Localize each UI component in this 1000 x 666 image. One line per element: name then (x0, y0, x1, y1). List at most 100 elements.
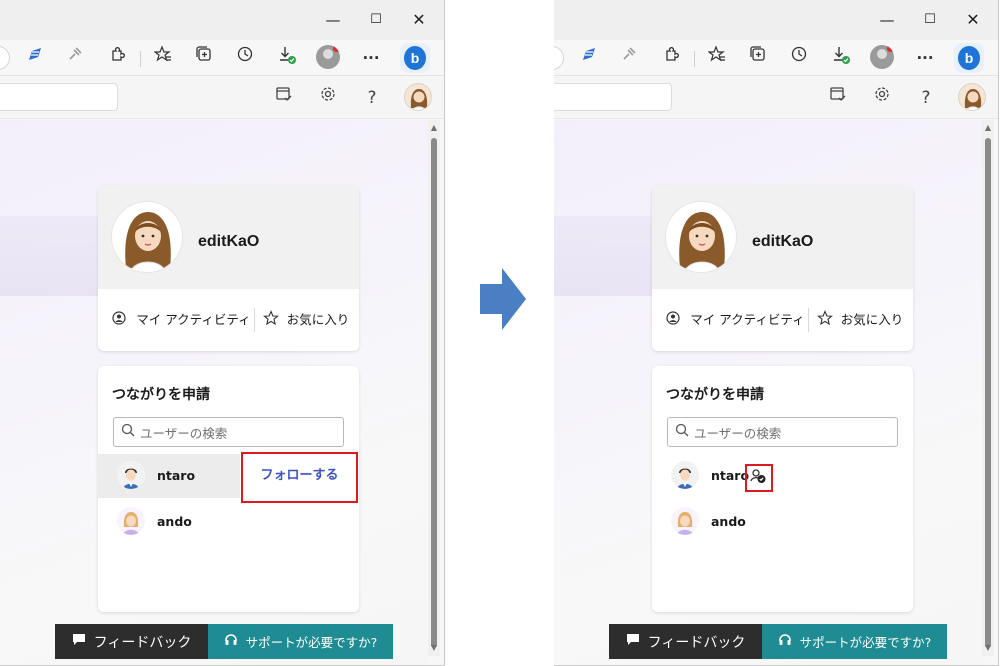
history-icon[interactable] (786, 45, 812, 71)
scroll-down-icon[interactable]: ▼ (984, 644, 992, 652)
comment-icon (626, 633, 640, 650)
support-button[interactable]: サポートが必要ですか? (762, 624, 947, 659)
star-icon (260, 310, 282, 330)
pin-icon[interactable] (616, 45, 642, 71)
footer-bar: フィードバック サポートが必要ですか? (609, 624, 947, 659)
app-header: ? (554, 77, 998, 119)
profile-avatar (111, 201, 183, 273)
help-icon[interactable]: ? (359, 85, 385, 111)
star-icon (814, 310, 836, 330)
highlight-following-icon (745, 464, 773, 492)
close-button[interactable]: ✕ (404, 6, 434, 34)
downloads-icon[interactable] (828, 45, 854, 71)
my-activity-button[interactable]: マイ アクティビティ (662, 289, 807, 351)
collections-icon[interactable] (191, 45, 217, 71)
scroll-up-icon[interactable]: ▲ (984, 124, 992, 132)
profile-card: editKaO マイ アクティビティ お気に入り (98, 186, 359, 351)
address-bar[interactable] (554, 46, 564, 70)
calendar-check-icon[interactable] (271, 85, 297, 111)
browser-window-before: — ☐ ✕ ··· b ? ▲ ▼ editKaO マイ アクティビティ お気に… (0, 0, 445, 666)
user-name: ntaro (157, 468, 196, 483)
user-avatar (671, 461, 699, 489)
support-label: サポートが必要ですか? (799, 635, 932, 650)
more-icon[interactable]: ··· (912, 45, 938, 71)
support-button[interactable]: サポートが必要ですか? (208, 624, 393, 659)
app-search-box[interactable] (0, 83, 118, 111)
my-activity-label: マイ アクティビティ (690, 312, 805, 327)
connection-title: つながりを申請 (666, 387, 764, 403)
browser-window-after: — ☐ ✕ ··· b ? ▲ ▼ editKaO マイ アクティビティ お気に… (554, 0, 999, 666)
profile-card: editKaO マイ アクティビティ お気に入り (652, 186, 913, 351)
scroll-down-icon[interactable]: ▼ (430, 644, 438, 652)
bing-logo: b (404, 46, 426, 70)
scroll-thumb[interactable] (985, 138, 991, 648)
toolbar-divider (694, 51, 695, 67)
scrollbar[interactable]: ▲ ▼ (428, 120, 440, 656)
user-search-field[interactable] (667, 417, 898, 447)
search-icon (121, 423, 135, 441)
user-avatar[interactable] (958, 83, 986, 111)
favorites-button[interactable]: お気に入り (814, 289, 909, 351)
help-icon[interactable]: ? (913, 85, 939, 111)
feedback-label: フィードバック (93, 634, 192, 651)
footer-bar: フィードバック サポートが必要ですか? (55, 624, 393, 659)
maximize-button[interactable]: ☐ (915, 6, 945, 34)
my-activity-label: マイ アクティビティ (136, 312, 251, 327)
notification-dot-icon (887, 45, 894, 52)
minimize-button[interactable]: — (872, 6, 902, 34)
bing-icon[interactable]: b (400, 43, 430, 73)
scroll-up-icon[interactable]: ▲ (430, 124, 438, 132)
connection-title: つながりを申請 (112, 387, 210, 403)
feedback-button[interactable]: フィードバック (55, 624, 208, 659)
title-bar: — ☐ ✕ (0, 0, 444, 40)
user-avatar (117, 461, 145, 489)
maximize-button[interactable]: ☐ (361, 6, 391, 34)
extensions-icon[interactable] (104, 45, 130, 71)
more-icon[interactable]: ··· (358, 45, 384, 71)
list-item[interactable]: ando (98, 500, 359, 544)
scrollbar[interactable]: ▲ ▼ (982, 120, 994, 656)
app-search-box[interactable] (554, 83, 672, 111)
favorites-icon[interactable] (704, 45, 730, 71)
profile-icon[interactable] (316, 45, 340, 69)
arrow-right-icon (480, 268, 526, 330)
bing-icon[interactable]: b (954, 43, 984, 73)
user-name: ando (157, 514, 192, 529)
pen-icon[interactable] (22, 45, 48, 71)
pin-icon[interactable] (62, 45, 88, 71)
user-search-input[interactable] (694, 422, 894, 444)
collections-icon[interactable] (745, 45, 771, 71)
favorites-icon[interactable] (150, 45, 176, 71)
scroll-thumb[interactable] (431, 138, 437, 648)
user-circle-icon (108, 311, 130, 329)
list-item[interactable]: ntaro (652, 454, 913, 498)
user-search-input[interactable] (140, 422, 340, 444)
gear-icon[interactable] (315, 85, 341, 111)
minimize-button[interactable]: — (318, 6, 348, 34)
gear-icon[interactable] (869, 85, 895, 111)
user-avatar (671, 507, 699, 535)
profile-icon[interactable] (870, 45, 894, 69)
downloads-icon[interactable] (274, 45, 300, 71)
user-search-field[interactable] (113, 417, 344, 447)
extensions-icon[interactable] (658, 45, 684, 71)
address-bar[interactable] (0, 46, 10, 70)
headset-icon (224, 633, 238, 651)
my-activity-button[interactable]: マイ アクティビティ (108, 289, 253, 351)
history-icon[interactable] (232, 45, 258, 71)
user-circle-icon (662, 311, 684, 329)
toolbar-divider (140, 51, 141, 67)
calendar-check-icon[interactable] (825, 85, 851, 111)
user-avatar[interactable] (404, 83, 432, 111)
list-item[interactable]: ando (652, 500, 913, 544)
profile-header: editKaO (98, 186, 359, 289)
feedback-button[interactable]: フィードバック (609, 624, 762, 659)
favorites-label: お気に入り (286, 312, 350, 327)
pen-icon[interactable] (576, 45, 602, 71)
browser-toolbar: ··· b (554, 40, 998, 76)
title-bar: — ☐ ✕ (554, 0, 998, 40)
close-button[interactable]: ✕ (958, 6, 988, 34)
comment-icon (72, 633, 86, 650)
divider (808, 308, 809, 332)
favorites-button[interactable]: お気に入り (260, 289, 355, 351)
